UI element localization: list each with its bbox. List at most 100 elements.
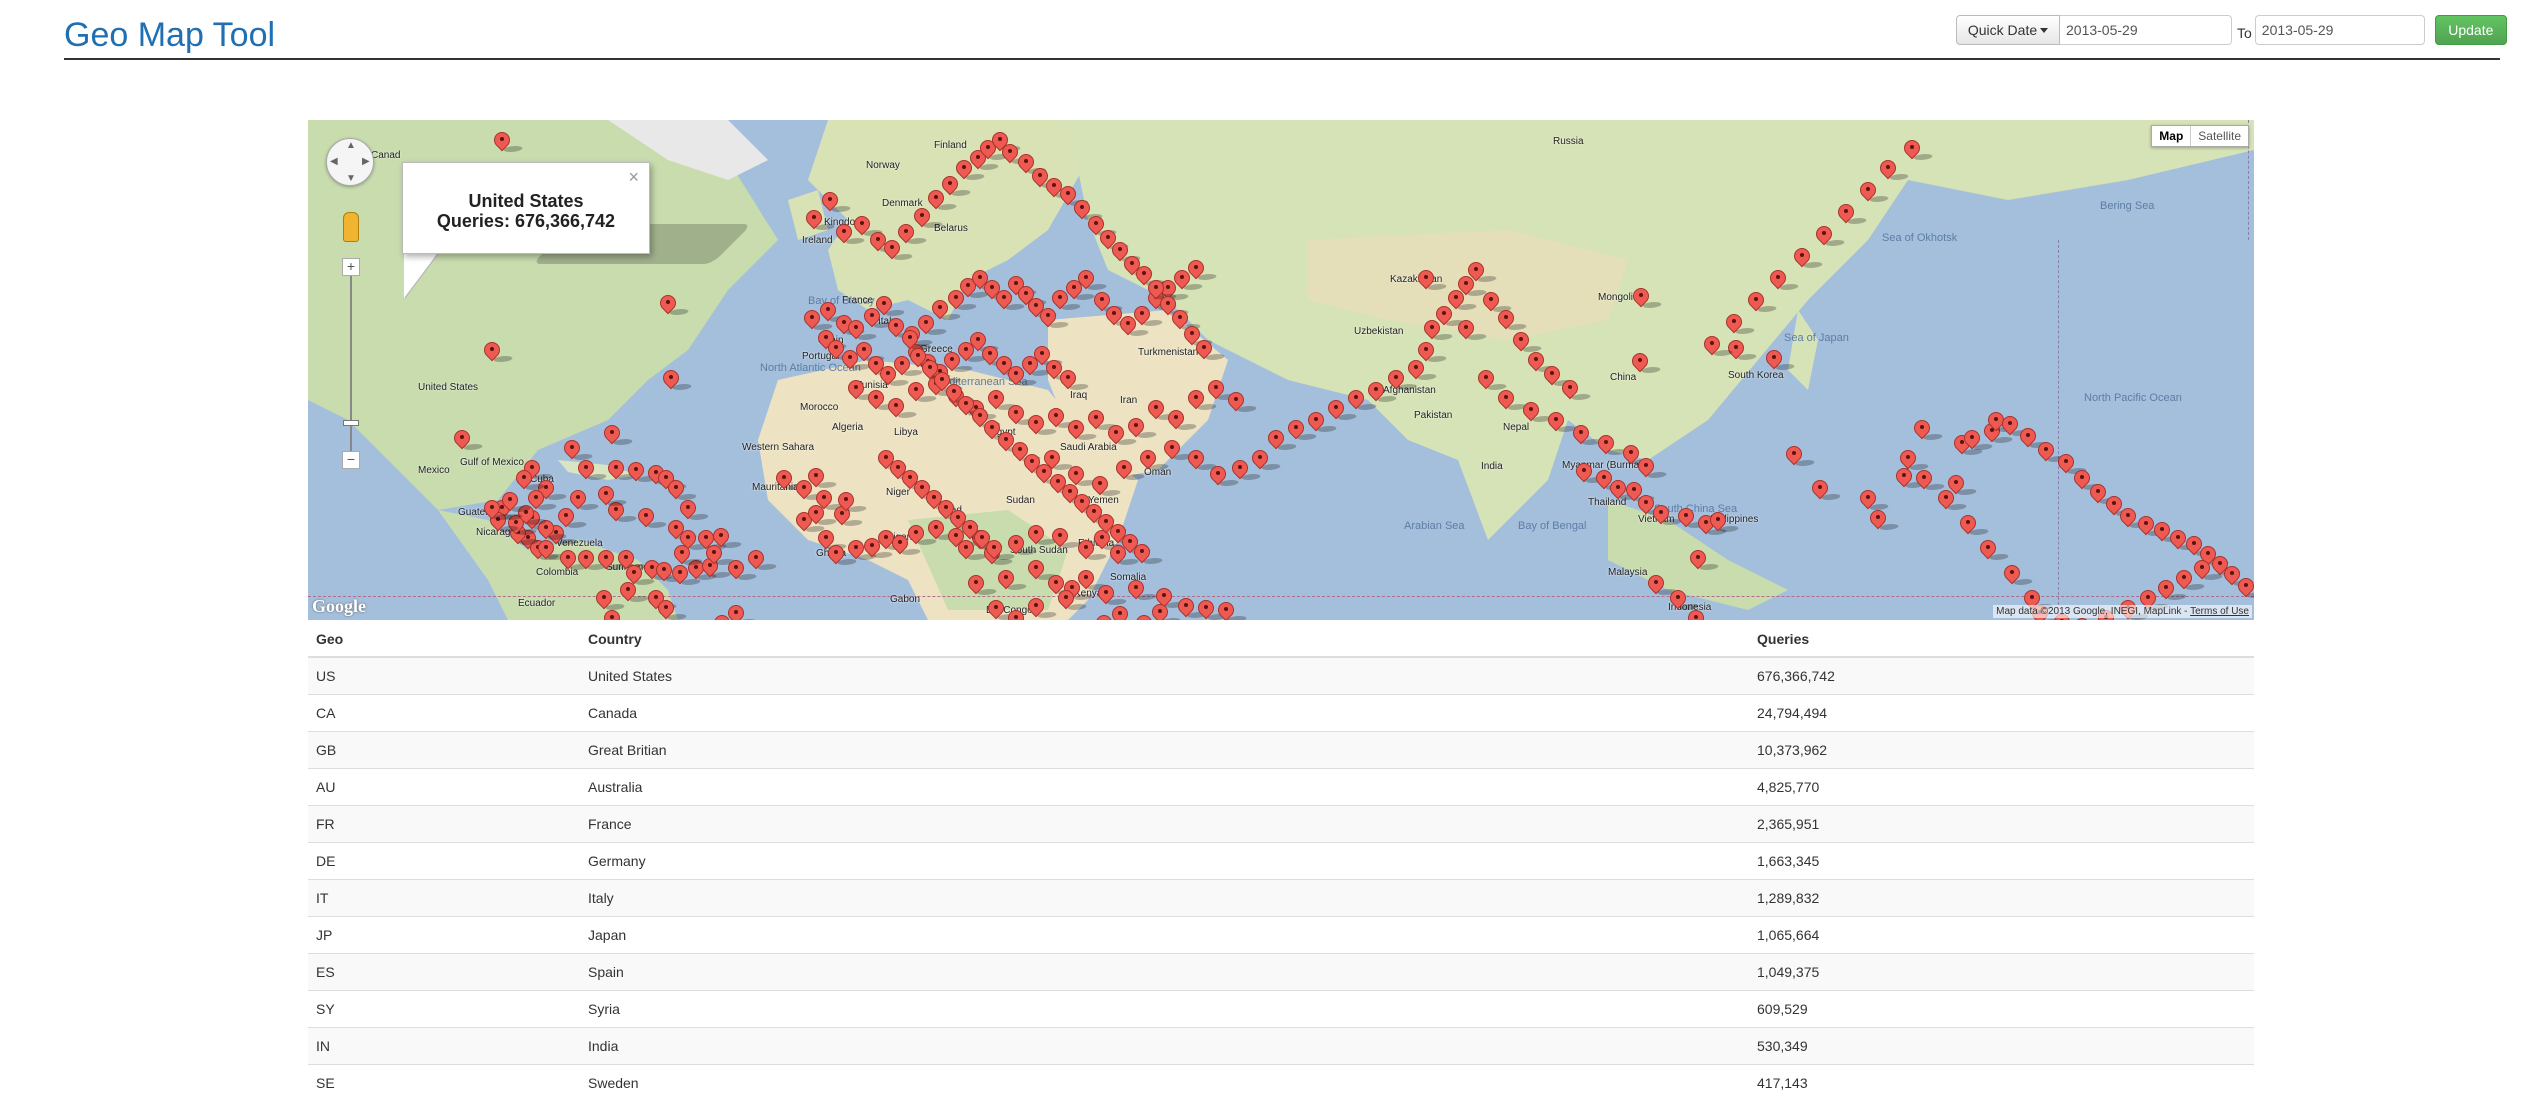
map-marker-icon[interactable] [888,531,923,559]
map-marker-icon[interactable] [1044,404,1079,432]
map-marker-icon[interactable] [1192,336,1227,364]
map-marker-icon[interactable] [1054,586,1089,614]
map-marker-icon[interactable] [834,488,869,516]
map-type-satellite-button[interactable]: Satellite [2191,126,2248,146]
map-marker-icon[interactable] [1474,366,1509,394]
map-marker-icon[interactable] [1700,332,1735,360]
map-marker-icon[interactable] [1164,406,1199,434]
map-marker-icon[interactable] [1722,310,1757,338]
map-marker-icon[interactable] [574,546,609,574]
map-marker-icon[interactable] [2070,466,2105,494]
map-marker-icon[interactable] [1144,396,1179,424]
map-marker-icon[interactable] [1569,421,1604,449]
column-header-country[interactable]: Country [580,621,1749,658]
map-marker-icon[interactable] [1004,606,1028,620]
google-logo[interactable]: Google [312,596,366,617]
map-marker-icon[interactable] [1074,536,1109,564]
map-marker-icon[interactable] [604,456,639,484]
map-marker-icon[interactable] [2086,480,2121,508]
map-marker-icon[interactable] [1572,459,1607,487]
map-marker-icon[interactable] [1649,501,1684,529]
zoom-out-button[interactable]: − [342,451,360,469]
map-marker-icon[interactable] [1634,491,1669,519]
map-marker-icon[interactable] [982,536,1017,564]
map-marker-icon[interactable] [1684,606,1708,620]
map-marker-icon[interactable] [1284,416,1319,444]
map-marker-icon[interactable] [1674,504,1709,532]
map-type-control[interactable]: Map Satellite [2151,125,2249,147]
map-marker-icon[interactable] [2070,614,2094,620]
map-marker-icon[interactable] [1174,594,1209,620]
map-marker-icon[interactable] [804,501,839,529]
map-marker-icon[interactable] [480,496,515,524]
street-view-pegman-icon[interactable] [343,212,359,242]
map-marker-icon[interactable] [1024,411,1059,439]
map-marker-icon[interactable] [1160,436,1195,464]
map-marker-icon[interactable] [1856,178,1891,206]
map-marker-icon[interactable] [1934,486,1969,514]
map-marker-icon[interactable] [1204,376,1239,404]
map-marker-icon[interactable] [1762,346,1797,374]
map-marker-icon[interactable] [772,466,807,494]
pan-left-icon[interactable]: ◀ [330,156,338,167]
map-marker-icon[interactable] [2054,450,2089,478]
map-marker-icon[interactable] [1960,426,1995,454]
map-marker-icon[interactable] [2190,556,2225,584]
map-marker-icon[interactable] [656,291,691,319]
map-marker-icon[interactable] [594,482,629,510]
map-marker-icon[interactable] [1108,602,1132,620]
map-marker-icon[interactable] [894,220,929,248]
map-marker-icon[interactable] [2000,561,2035,589]
map-marker-icon[interactable] [1092,611,1116,620]
map-marker-icon[interactable] [816,298,851,326]
map-marker-icon[interactable] [1248,446,1283,474]
map-marker-icon[interactable] [1706,508,1741,536]
map-marker-icon[interactable] [1479,288,1514,316]
map-marker-icon[interactable] [1056,366,1091,394]
map-marker-icon[interactable] [1074,266,1109,294]
quick-date-button[interactable]: Quick Date [1956,15,2060,45]
update-button[interactable]: Update [2434,15,2507,45]
map-marker-icon[interactable] [1766,266,1801,294]
map-marker-icon[interactable] [1112,456,1147,484]
terms-of-use-link[interactable]: Terms of Use [2190,606,2249,617]
map-marker-icon[interactable] [616,578,651,606]
map-marker-icon[interactable] [1384,366,1419,394]
map-marker-icon[interactable] [824,541,859,569]
map-marker-icon[interactable] [1782,442,1817,470]
map-marker-icon[interactable] [1544,408,1579,436]
map-marker-icon[interactable] [490,128,525,156]
map-marker-icon[interactable] [884,394,919,422]
map-marker-icon[interactable] [1666,586,1701,614]
map-marker-icon[interactable] [1064,416,1099,444]
map-marker-icon[interactable] [1634,454,1669,482]
map-marker-icon[interactable] [1744,288,1779,316]
map-marker-icon[interactable] [1024,521,1059,549]
map-marker-icon[interactable] [1866,506,1901,534]
map-marker-icon[interactable] [1876,156,1911,184]
map-marker-icon[interactable] [1130,540,1165,568]
map-marker-icon[interactable] [832,220,867,248]
map-marker-icon[interactable] [1184,256,1219,284]
map-marker-icon[interactable] [1628,349,1663,377]
map-marker-icon[interactable] [1834,200,1869,228]
map-marker-icon[interactable] [1494,306,1529,334]
map-marker-icon[interactable] [844,536,879,564]
map-marker-icon[interactable] [1214,598,1249,620]
map-marker-icon[interactable] [844,316,879,344]
zoom-slider-thumb[interactable] [343,420,359,426]
map-marker-icon[interactable] [998,140,1033,168]
map-marker-icon[interactable] [1454,316,1489,344]
map-marker-icon[interactable] [498,488,533,516]
map-marker-icon[interactable] [2234,574,2254,602]
map-marker-icon[interactable] [928,296,963,324]
map-marker-icon[interactable] [534,536,569,564]
close-icon[interactable]: × [628,167,639,188]
map-marker-icon[interactable] [1892,464,1927,492]
map-marker-icon[interactable] [1558,376,1593,404]
map-marker-icon[interactable] [872,292,907,320]
map-marker-icon[interactable] [1304,408,1339,436]
map-marker-icon[interactable] [804,464,839,492]
map-marker-icon[interactable] [1494,386,1529,414]
map-marker-icon[interactable] [1414,266,1449,294]
